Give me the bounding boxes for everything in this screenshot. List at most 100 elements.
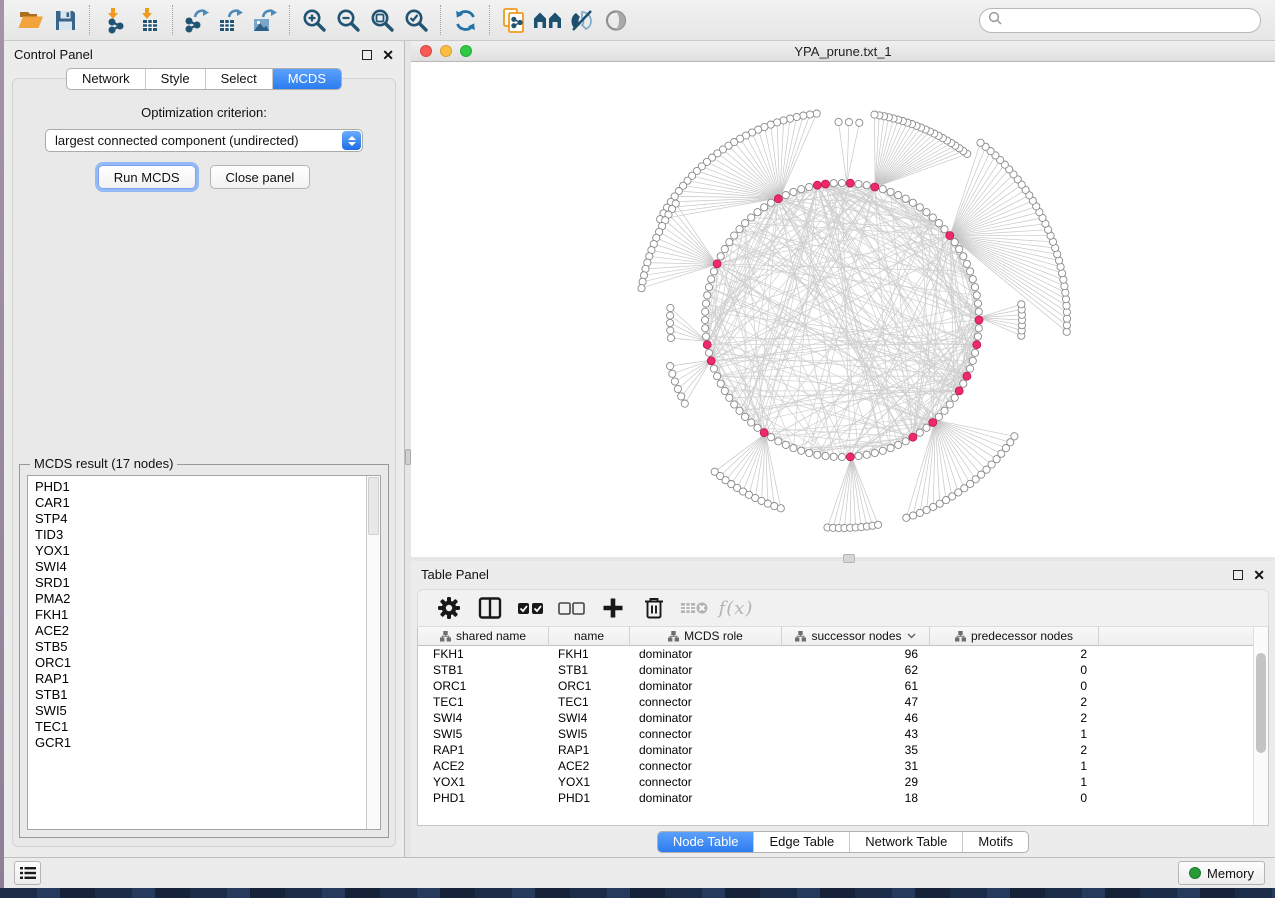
tab-network[interactable]: Network xyxy=(67,69,145,89)
close-table-panel-icon[interactable]: ✕ xyxy=(1253,570,1265,580)
table-row[interactable]: ORC1ORC1dominator610 xyxy=(418,678,1253,694)
float-panel-icon[interactable] xyxy=(362,50,372,60)
horizontal-splitter[interactable] xyxy=(411,557,1275,561)
column-header-predecessor-nodes[interactable]: predecessor nodes xyxy=(930,627,1099,645)
float-table-panel-icon[interactable] xyxy=(1233,570,1243,580)
optimization-criterion-select[interactable]: largest connected component (undirected) xyxy=(45,129,363,152)
table-row[interactable]: YOX1YOX1connector291 xyxy=(418,774,1253,790)
cell-predecessor-nodes: 1 xyxy=(930,775,1099,789)
close-panel-icon[interactable]: ✕ xyxy=(382,50,394,60)
toolbar-separator xyxy=(440,5,441,35)
cell-shared-name: YOX1 xyxy=(418,775,549,789)
network-canvas[interactable] xyxy=(411,62,1275,557)
add-column-icon[interactable] xyxy=(598,594,628,622)
column-header-name[interactable]: name xyxy=(549,627,630,645)
zoom-fit-icon[interactable] xyxy=(365,4,399,36)
show-all-icon[interactable] xyxy=(599,4,633,36)
cell-name: PHD1 xyxy=(549,791,630,805)
cell-mcds-role: dominator xyxy=(630,679,782,693)
tab-motifs[interactable]: Motifs xyxy=(962,832,1028,852)
select-all-icon[interactable] xyxy=(516,594,546,622)
tab-mcds[interactable]: MCDS xyxy=(272,69,341,89)
mcds-result-item[interactable]: PMA2 xyxy=(35,591,366,607)
cell-predecessor-nodes: 2 xyxy=(930,743,1099,757)
zoom-selected-icon[interactable] xyxy=(399,4,433,36)
mcds-result-item[interactable]: FKH1 xyxy=(35,607,366,623)
mcds-node xyxy=(774,195,782,203)
table-row[interactable]: RAP1RAP1dominator352 xyxy=(418,742,1253,758)
right-side: YPA_prune.txt_1 Table Panel ✕ xyxy=(411,41,1275,857)
cell-mcds-role: connector xyxy=(630,727,782,741)
close-panel-button[interactable]: Close panel xyxy=(210,165,311,189)
gear-icon[interactable] xyxy=(434,594,464,622)
column-pane-icon[interactable] xyxy=(475,594,505,622)
mcds-result-item[interactable]: YOX1 xyxy=(35,543,366,559)
mcds-result-item[interactable]: TID3 xyxy=(35,527,366,543)
delete-column-icon[interactable] xyxy=(639,594,669,622)
search-box[interactable] xyxy=(979,8,1261,33)
export-network-icon[interactable] xyxy=(180,4,214,36)
tab-select[interactable]: Select xyxy=(205,69,272,89)
task-history-button[interactable] xyxy=(14,861,41,885)
table-row[interactable]: PHD1PHD1dominator180 xyxy=(418,790,1253,806)
mcds-result-item[interactable]: STB1 xyxy=(35,687,366,703)
hide-selected-icon[interactable] xyxy=(565,4,599,36)
vertical-splitter[interactable] xyxy=(404,41,411,857)
cell-successor-nodes: 43 xyxy=(782,727,930,741)
memory-button[interactable]: Memory xyxy=(1178,861,1265,885)
mcds-node xyxy=(871,183,879,191)
mcds-list-scrollbar[interactable] xyxy=(366,476,380,829)
mcds-result-list[interactable]: PHD1CAR1STP4TID3YOX1SWI4SRD1PMA2FKH1ACE2… xyxy=(27,475,381,830)
mcds-node xyxy=(760,429,768,437)
column-header-successor-nodes[interactable]: successor nodes xyxy=(782,627,930,645)
tab-network-table[interactable]: Network Table xyxy=(849,832,962,852)
mcds-result-item[interactable]: GCR1 xyxy=(35,735,366,751)
tab-edge-table[interactable]: Edge Table xyxy=(753,832,849,852)
mcds-node xyxy=(703,341,711,349)
search-input[interactable] xyxy=(1002,13,1252,28)
table-row[interactable]: SWI4SWI4dominator462 xyxy=(418,710,1253,726)
first-neighbors-icon[interactable] xyxy=(531,4,565,36)
table-row[interactable]: STB1STB1dominator620 xyxy=(418,662,1253,678)
mcds-result-item[interactable]: ACE2 xyxy=(35,623,366,639)
mcds-result-item[interactable]: ORC1 xyxy=(35,655,366,671)
mcds-result-item[interactable]: STP4 xyxy=(35,511,366,527)
table-row[interactable]: FKH1FKH1dominator962 xyxy=(418,646,1253,662)
zoom-in-icon[interactable] xyxy=(297,4,331,36)
control-panel-header: Control Panel ✕ xyxy=(4,41,404,68)
mcds-result-item[interactable]: RAP1 xyxy=(35,671,366,687)
import-table-icon[interactable] xyxy=(131,4,165,36)
table-scrollbar[interactable] xyxy=(1253,627,1268,825)
cell-successor-nodes: 31 xyxy=(782,759,930,773)
mcds-result-item[interactable]: CAR1 xyxy=(35,495,366,511)
table-row[interactable]: TEC1TEC1connector472 xyxy=(418,694,1253,710)
open-file-icon[interactable] xyxy=(14,4,48,36)
zoom-out-icon[interactable] xyxy=(331,4,365,36)
mcds-list-scroll-thumb[interactable] xyxy=(368,477,379,535)
export-table-icon[interactable] xyxy=(214,4,248,36)
mcds-result-item[interactable]: PHD1 xyxy=(35,479,366,495)
deselect-all-icon[interactable] xyxy=(557,594,587,622)
mcds-result-item[interactable]: TEC1 xyxy=(35,719,366,735)
cell-name: RAP1 xyxy=(549,743,630,757)
table-panel: Table Panel ✕ f(x) shared namenameMCDS r… xyxy=(411,561,1275,857)
table-scroll-thumb[interactable] xyxy=(1256,653,1266,753)
tab-node-table[interactable]: Node Table xyxy=(658,832,754,852)
column-header-shared-name[interactable]: shared name xyxy=(418,627,549,645)
tab-style[interactable]: Style xyxy=(145,69,205,89)
apply-layout-icon[interactable] xyxy=(448,4,482,36)
horizontal-splitter-handle[interactable] xyxy=(843,554,855,563)
mcds-result-item[interactable]: SWI5 xyxy=(35,703,366,719)
table-row[interactable]: SWI5SWI5connector431 xyxy=(418,726,1253,742)
save-session-icon[interactable] xyxy=(48,4,82,36)
cell-shared-name: PHD1 xyxy=(418,791,549,805)
import-network-icon[interactable] xyxy=(97,4,131,36)
mcds-result-item[interactable]: STB5 xyxy=(35,639,366,655)
export-image-icon[interactable] xyxy=(248,4,282,36)
table-row[interactable]: ACE2ACE2connector311 xyxy=(418,758,1253,774)
mcds-result-item[interactable]: SRD1 xyxy=(35,575,366,591)
clone-network-icon[interactable] xyxy=(497,4,531,36)
mcds-result-item[interactable]: SWI4 xyxy=(35,559,366,575)
run-mcds-button[interactable]: Run MCDS xyxy=(98,165,196,189)
column-header-MCDS-role[interactable]: MCDS role xyxy=(630,627,782,645)
